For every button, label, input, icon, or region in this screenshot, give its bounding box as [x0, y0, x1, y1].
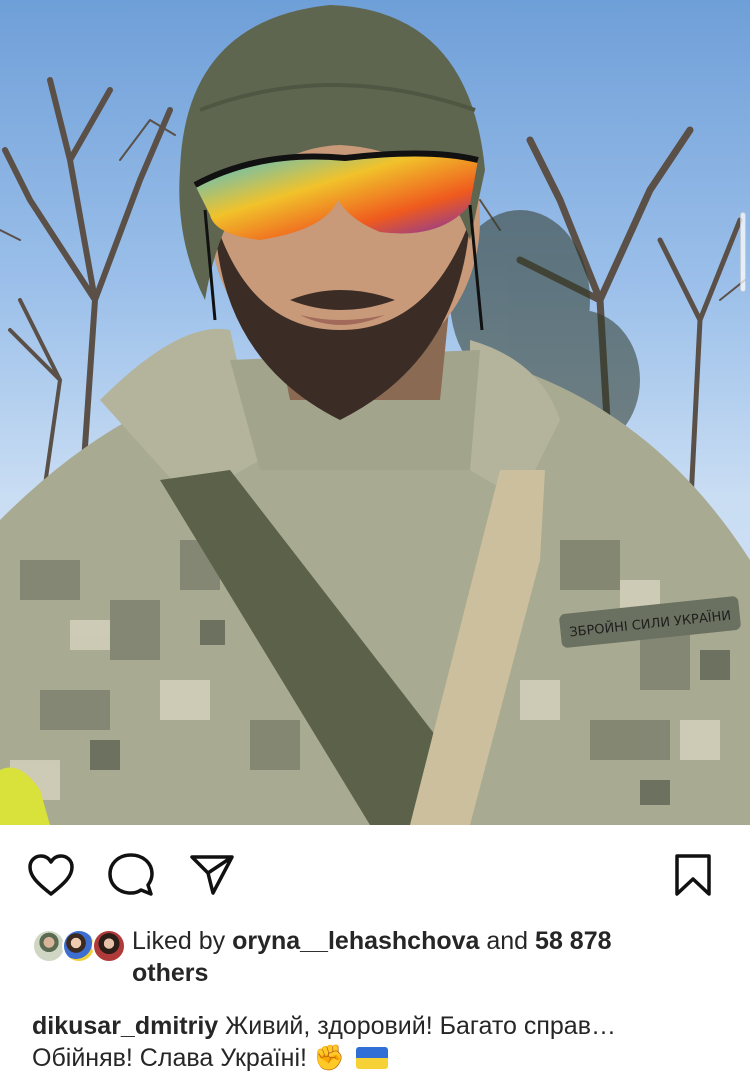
bookmark-outline-icon	[675, 854, 711, 896]
caption-text-line1: Живий, здоровий! Багато справ…	[225, 1012, 616, 1040]
post-photo[interactable]: ЗБРОЙНІ СИЛИ УКРАЇНИ	[0, 0, 750, 825]
raised-fist-emoji: ✊	[313, 1044, 346, 1072]
liker-username[interactable]: oryna__lehashchova	[232, 927, 479, 955]
paper-plane-icon	[190, 855, 234, 895]
likes-text: Liked by oryna__lehashchova and 58 878	[132, 925, 722, 957]
liker-avatars	[32, 929, 126, 965]
avatar	[32, 929, 66, 963]
save-button[interactable]	[668, 850, 718, 900]
likes-prefix: Liked by	[132, 927, 226, 955]
share-button[interactable]	[187, 850, 237, 900]
scroll-indicator[interactable]	[740, 212, 746, 292]
avatar	[62, 929, 96, 963]
comment-bubble-icon	[108, 853, 154, 896]
selfie-illustration: ЗБРОЙНІ СИЛИ УКРАЇНИ	[0, 5, 750, 825]
post-caption: dikusar_dmitriy Живий, здоровий! Багато …	[32, 1010, 722, 1074]
caption-username[interactable]: dikusar_dmitriy	[32, 1012, 218, 1040]
likes-and: and	[486, 927, 529, 955]
likes-summary[interactable]: Liked by oryna__lehashchova and 58 878 o…	[32, 925, 722, 987]
caption-text-line2-row: Обійняв! Слава Україні! ✊	[32, 1042, 722, 1074]
likes-others[interactable]: others	[132, 957, 208, 989]
comment-button[interactable]	[106, 850, 156, 900]
caption-text-line2: Обійняв! Слава Україні!	[32, 1044, 307, 1072]
post-action-bar	[0, 846, 750, 904]
heart-outline-icon	[28, 854, 74, 896]
likes-count[interactable]: 58 878	[535, 927, 611, 955]
ukraine-flag-icon	[356, 1047, 388, 1069]
like-button[interactable]	[26, 850, 76, 900]
avatar	[92, 929, 126, 963]
